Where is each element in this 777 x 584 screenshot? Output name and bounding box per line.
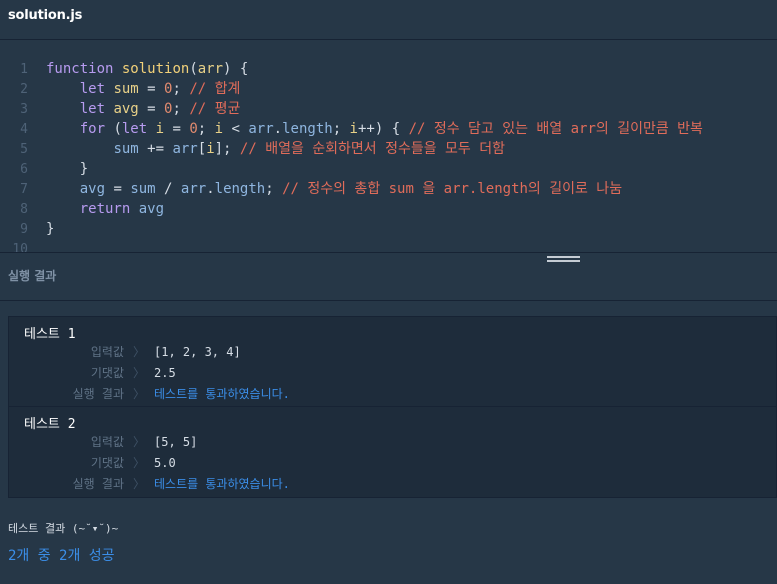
test-case-card: 테스트 2 입력값 〉 [5, 5] 기댓값 〉 5.0 실행 결과 〉 테스트를 통과하였습니다… — [8, 407, 777, 498]
summary-result: 2개 중 2개 성공 — [8, 548, 115, 564]
code-line[interactable]: 8 return avg — [0, 199, 703, 219]
code-line[interactable]: 4 for (let i = 0; i < arr.length; i++) {… — [0, 119, 703, 139]
code-line[interactable]: 2 let sum = 0; // 합계 — [0, 79, 703, 99]
file-title: solution.js — [8, 8, 83, 23]
code-line[interactable]: 5 sum += arr[i]; // 배열을 순회하면서 정수들을 모두 더함 — [0, 139, 703, 159]
row-separator: 〉 — [133, 477, 146, 491]
resize-handle[interactable] — [547, 256, 580, 265]
line-code[interactable]: } — [28, 219, 54, 239]
line-number: 9 — [20, 222, 28, 237]
line-number: 5 — [20, 142, 28, 157]
test-case-name: 테스트 1 — [24, 327, 76, 342]
test-row-result: 실행 결과 〉 테스트를 통과하였습니다. — [9, 474, 777, 494]
test-row-value: [5, 5] — [154, 435, 198, 449]
row-separator: 〉 — [133, 366, 146, 380]
test-row-value: 테스트를 통과하였습니다. — [154, 477, 290, 491]
line-code[interactable]: } — [28, 159, 88, 179]
test-results: 테스트 1 입력값 〉 [1, 2, 3, 4] 기댓값 〉 2.5 실행 결과 〉 테스트를 통… — [8, 316, 777, 498]
line-code[interactable]: let avg = 0; // 평균 — [28, 99, 241, 119]
test-row-value: 2.5 — [154, 366, 176, 380]
row-separator: 〉 — [133, 345, 146, 359]
test-row-label: 입력값 — [90, 345, 124, 359]
line-number: 2 — [20, 82, 28, 97]
line-code[interactable]: return avg — [28, 199, 164, 219]
test-row-input: 입력값 〉 [5, 5] — [9, 432, 777, 452]
test-case-card: 테스트 1 입력값 〉 [1, 2, 3, 4] 기댓값 〉 2.5 실행 결과 〉 테스트를 통… — [8, 316, 777, 407]
editor-header: solution.js — [0, 0, 777, 40]
test-row-value: [1, 2, 3, 4] — [154, 345, 241, 359]
app-window: solution.js 1 function solution(arr) {2 l… — [0, 0, 777, 584]
code-line[interactable]: 10 — [0, 239, 703, 253]
code-lines[interactable]: 1 function solution(arr) {2 let sum = 0; … — [0, 59, 703, 253]
test-row-expected: 기댓값 〉 5.0 — [9, 453, 777, 473]
test-row-label: 입력값 — [90, 435, 124, 449]
row-separator: 〉 — [133, 435, 146, 449]
line-number: 10 — [12, 242, 28, 253]
line-number: 8 — [20, 202, 28, 217]
line-number: 1 — [20, 62, 28, 77]
result-title: 실행 결과 — [8, 269, 57, 283]
line-code[interactable]: avg = sum / arr.length; // 정수의 총합 sum 을 … — [28, 179, 622, 199]
test-row-input: 입력값 〉 [1, 2, 3, 4] — [9, 342, 777, 362]
code-line[interactable]: 6 } — [0, 159, 703, 179]
line-number: 7 — [20, 182, 28, 197]
code-editor[interactable]: 1 function solution(arr) {2 let sum = 0; … — [0, 40, 777, 253]
row-separator: 〉 — [133, 456, 146, 470]
test-row-value: 테스트를 통과하였습니다. — [154, 387, 290, 401]
result-header: 실행 결과 — [0, 253, 777, 301]
line-code[interactable]: for (let i = 0; i < arr.length; i++) { /… — [28, 119, 703, 139]
test-row-label: 실행 결과 — [72, 387, 124, 401]
code-line[interactable]: 3 let avg = 0; // 평균 — [0, 99, 703, 119]
line-number: 3 — [20, 102, 28, 117]
test-row-result: 실행 결과 〉 테스트를 통과하였습니다. — [9, 384, 777, 404]
test-row-value: 5.0 — [154, 456, 176, 470]
test-row-label: 실행 결과 — [72, 477, 124, 491]
summary-label: 테스트 결과 (~˘▾˘)~ — [8, 522, 119, 535]
code-line[interactable]: 7 avg = sum / arr.length; // 정수의 총합 sum … — [0, 179, 703, 199]
code-line[interactable]: 1 function solution(arr) { — [0, 59, 703, 79]
row-separator: 〉 — [133, 387, 146, 401]
code-line[interactable]: 9} — [0, 219, 703, 239]
line-number: 4 — [20, 122, 28, 137]
line-code[interactable]: function solution(arr) { — [28, 59, 248, 79]
test-row-expected: 기댓값 〉 2.5 — [9, 363, 777, 383]
test-row-label: 기댓값 — [90, 456, 124, 470]
line-number: 6 — [20, 162, 28, 177]
line-code[interactable]: sum += arr[i]; // 배열을 순회하면서 정수들을 모두 더함 — [28, 139, 505, 159]
test-row-label: 기댓값 — [90, 366, 124, 380]
line-code[interactable]: let sum = 0; // 합계 — [28, 79, 241, 99]
test-case-name: 테스트 2 — [24, 417, 76, 432]
